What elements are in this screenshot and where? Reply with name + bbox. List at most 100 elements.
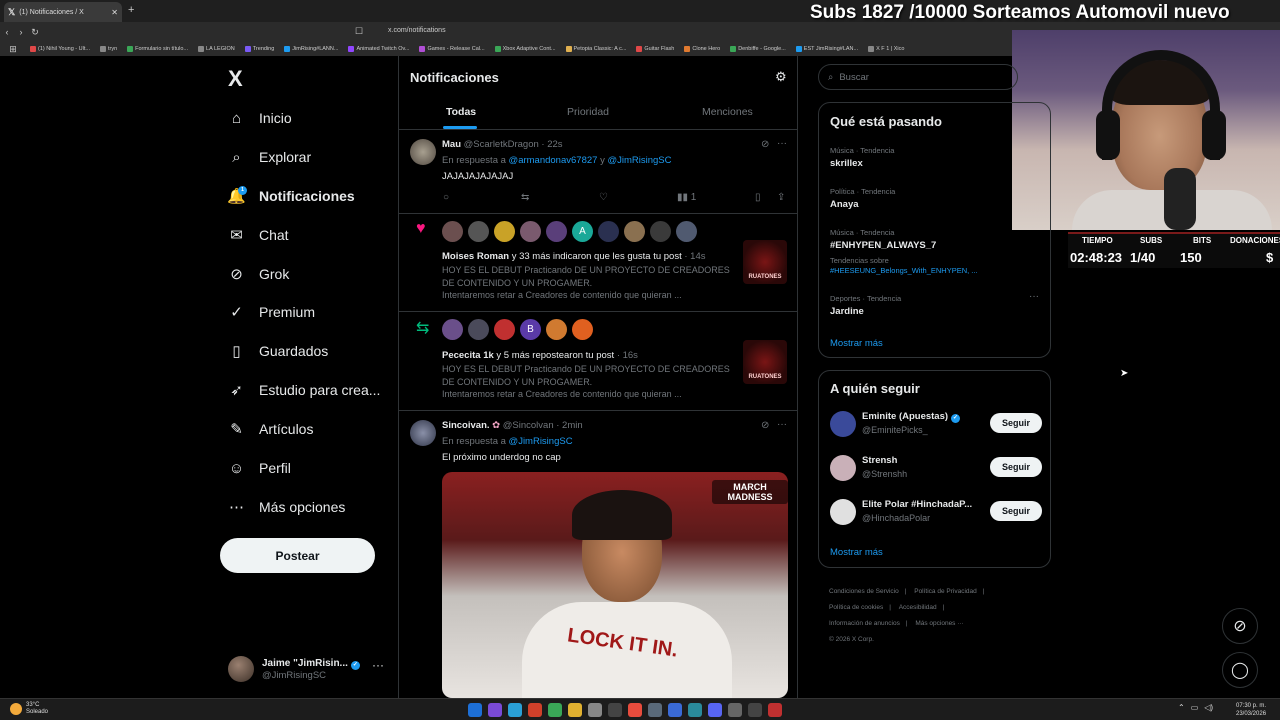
footer-link[interactable]: Política de cookies — [829, 604, 883, 611]
avatar[interactable] — [572, 319, 593, 340]
avatar[interactable]: B — [520, 319, 541, 340]
chat-fab-button[interactable]: ◯ — [1222, 652, 1258, 688]
sidebar-item-guardados[interactable]: ▯ Guardados — [228, 339, 328, 363]
like-icon[interactable]: ♡ — [599, 192, 608, 203]
avatar[interactable] — [598, 221, 619, 242]
bookmark-item[interactable]: Animated Twitch Ov... — [348, 46, 409, 52]
like-notification[interactable]: ♥ A Moises Roman y 33 más indicaron que … — [399, 214, 797, 312]
app-icon[interactable] — [608, 703, 622, 717]
avatar[interactable] — [546, 221, 567, 242]
follow-name[interactable]: Elite Polar #HinchadaP... — [862, 499, 972, 510]
browser-tab[interactable]: 𝕏 (1) Notificaciones / X ✕ — [4, 2, 122, 22]
new-tab-button[interactable]: + — [128, 4, 134, 16]
start-icon[interactable] — [468, 703, 482, 717]
x-logo[interactable]: X — [228, 66, 243, 92]
grok-icon[interactable]: ⊘ — [761, 139, 769, 150]
footer-link[interactable]: Política de Privacidad — [914, 588, 977, 595]
bookmark-item[interactable]: Clone Hero — [684, 46, 720, 52]
notif-user[interactable]: Moises Roman — [442, 251, 509, 262]
follow-suggestion[interactable]: Elite Polar #HinchadaP... @HinchadaPolar S… — [830, 497, 1042, 527]
more-icon[interactable]: ··· — [1029, 291, 1039, 302]
reload-icon[interactable]: ↻ — [28, 27, 42, 38]
avatar[interactable] — [468, 221, 489, 242]
system-tray[interactable]: ⌃ ▭ ◁) — [1178, 703, 1213, 712]
avatar[interactable] — [546, 319, 567, 340]
reply-mention[interactable]: @armandonav67827 — [509, 155, 598, 166]
reply-icon[interactable]: ○ — [443, 192, 449, 203]
follow-suggestion[interactable]: Eminite (Apuestas) ✓ @EminitePicks_ Seguir — [830, 409, 1042, 439]
post-button[interactable]: Postear — [220, 538, 375, 573]
bookmark-item[interactable]: Trending — [244, 46, 274, 52]
notif-user[interactable]: Pececita 1k — [442, 350, 494, 361]
tweet-author[interactable]: Mau — [442, 139, 461, 150]
follow-name[interactable]: Eminite (Apuestas) — [862, 411, 948, 422]
avatar[interactable] — [650, 221, 671, 242]
app-icon[interactable] — [748, 703, 762, 717]
app-icon[interactable] — [588, 703, 602, 717]
avatar[interactable] — [830, 411, 856, 437]
bookmark-item[interactable]: Denbiffe - Google... — [730, 46, 786, 52]
more-icon[interactable]: ··· — [777, 138, 787, 149]
bookmark-item[interactable]: EST JimRising#LAN... — [795, 46, 858, 52]
apps-icon[interactable]: ⊞ — [6, 44, 20, 55]
avatar[interactable] — [830, 455, 856, 481]
footer-link[interactable]: Información de anuncios — [829, 620, 900, 627]
footer-link[interactable]: Accesibilidad — [899, 604, 937, 611]
retweet-icon[interactable]: ⇆ — [521, 192, 529, 203]
app-icon[interactable] — [548, 703, 562, 717]
show-more-trends[interactable]: Mostrar más — [830, 338, 883, 349]
search-input[interactable]: ⌕ Buscar — [818, 64, 1018, 90]
bookmark-item[interactable]: (1) Nihil Young - Ult... — [30, 46, 90, 52]
avatar[interactable]: A — [572, 221, 593, 242]
trend-name[interactable]: Anaya — [830, 199, 859, 210]
share-icon[interactable]: ⇪ — [777, 192, 785, 203]
trend-related-link[interactable]: #HEESEUNG_Belongs_With_ENHYPEN, ... — [830, 266, 978, 275]
volume-icon[interactable]: ◁) — [1204, 703, 1213, 712]
tweet-author[interactable]: Sincoivan. — [442, 420, 490, 431]
sidebar-item-premium[interactable]: ✓ Premium — [228, 300, 315, 324]
follow-suggestion[interactable]: Strensh @Strenshh Seguir — [830, 453, 1042, 483]
follow-button[interactable]: Seguir — [990, 457, 1042, 477]
sidebar-item-estudio-para-crea-[interactable]: ➶ Estudio para crea... — [228, 378, 380, 402]
url-field[interactable]: x.com/notifications — [388, 27, 446, 34]
follow-button[interactable]: Seguir — [990, 501, 1042, 521]
forward-icon[interactable]: › — [14, 27, 28, 37]
tweet[interactable]: Mau @ScarletkDragon · 22s En respuesta a… — [399, 130, 797, 214]
footer-link[interactable]: Condiciones de Servicio — [829, 588, 899, 595]
bookmark-item[interactable]: Guitar Flash — [636, 46, 674, 52]
tweet-media-image[interactable]: LOCK IT IN. MARCH MADNESS — [442, 472, 788, 698]
steam-icon[interactable] — [648, 703, 662, 717]
gear-icon[interactable]: ⚙ — [775, 69, 787, 85]
sidebar-item-inicio[interactable]: ⌂ Inicio — [228, 106, 292, 130]
avatar[interactable] — [410, 420, 436, 446]
brave-icon[interactable] — [528, 703, 542, 717]
trend-name[interactable]: Jardine — [830, 306, 864, 317]
sidebar-item-artículos[interactable]: ✎ Artículos — [228, 417, 313, 441]
discord-icon[interactable] — [708, 703, 722, 717]
close-tab-icon[interactable]: ✕ — [111, 8, 118, 17]
more-icon[interactable]: ··· — [777, 419, 787, 430]
chrome-icon[interactable] — [628, 703, 642, 717]
avatar[interactable] — [830, 499, 856, 525]
bookmark-item[interactable]: Petopia Classic: A c... — [565, 46, 626, 52]
bookmark-page-icon[interactable]: ☐ — [355, 26, 363, 37]
bookmark-item[interactable]: Xbox Adaptive Cont... — [494, 46, 556, 52]
footer-link[interactable]: Más opciones ··· — [915, 620, 963, 627]
bookmark-item[interactable]: LA LEGION — [198, 46, 235, 52]
avatar[interactable] — [520, 221, 541, 242]
app-icon[interactable] — [728, 703, 742, 717]
bookmark-item[interactable]: tryn — [99, 46, 117, 52]
app-icon[interactable] — [668, 703, 682, 717]
back-icon[interactable]: ‹ — [0, 27, 14, 37]
views-icon[interactable]: ▮▮ 1 — [677, 192, 696, 203]
app-icon[interactable] — [488, 703, 502, 717]
avatar[interactable] — [676, 221, 697, 242]
bookmark-item[interactable]: X F 1 | Xico — [868, 46, 904, 52]
app-icon[interactable] — [768, 703, 782, 717]
avatar[interactable] — [442, 221, 463, 242]
tab-all[interactable]: Todas — [446, 106, 476, 118]
avatar[interactable] — [442, 319, 463, 340]
grok-icon[interactable]: ⊘ — [761, 420, 769, 431]
tab-mentions[interactable]: Menciones — [702, 106, 753, 118]
sidebar-item-más-opciones[interactable]: ⋯ Más opciones — [228, 495, 345, 519]
